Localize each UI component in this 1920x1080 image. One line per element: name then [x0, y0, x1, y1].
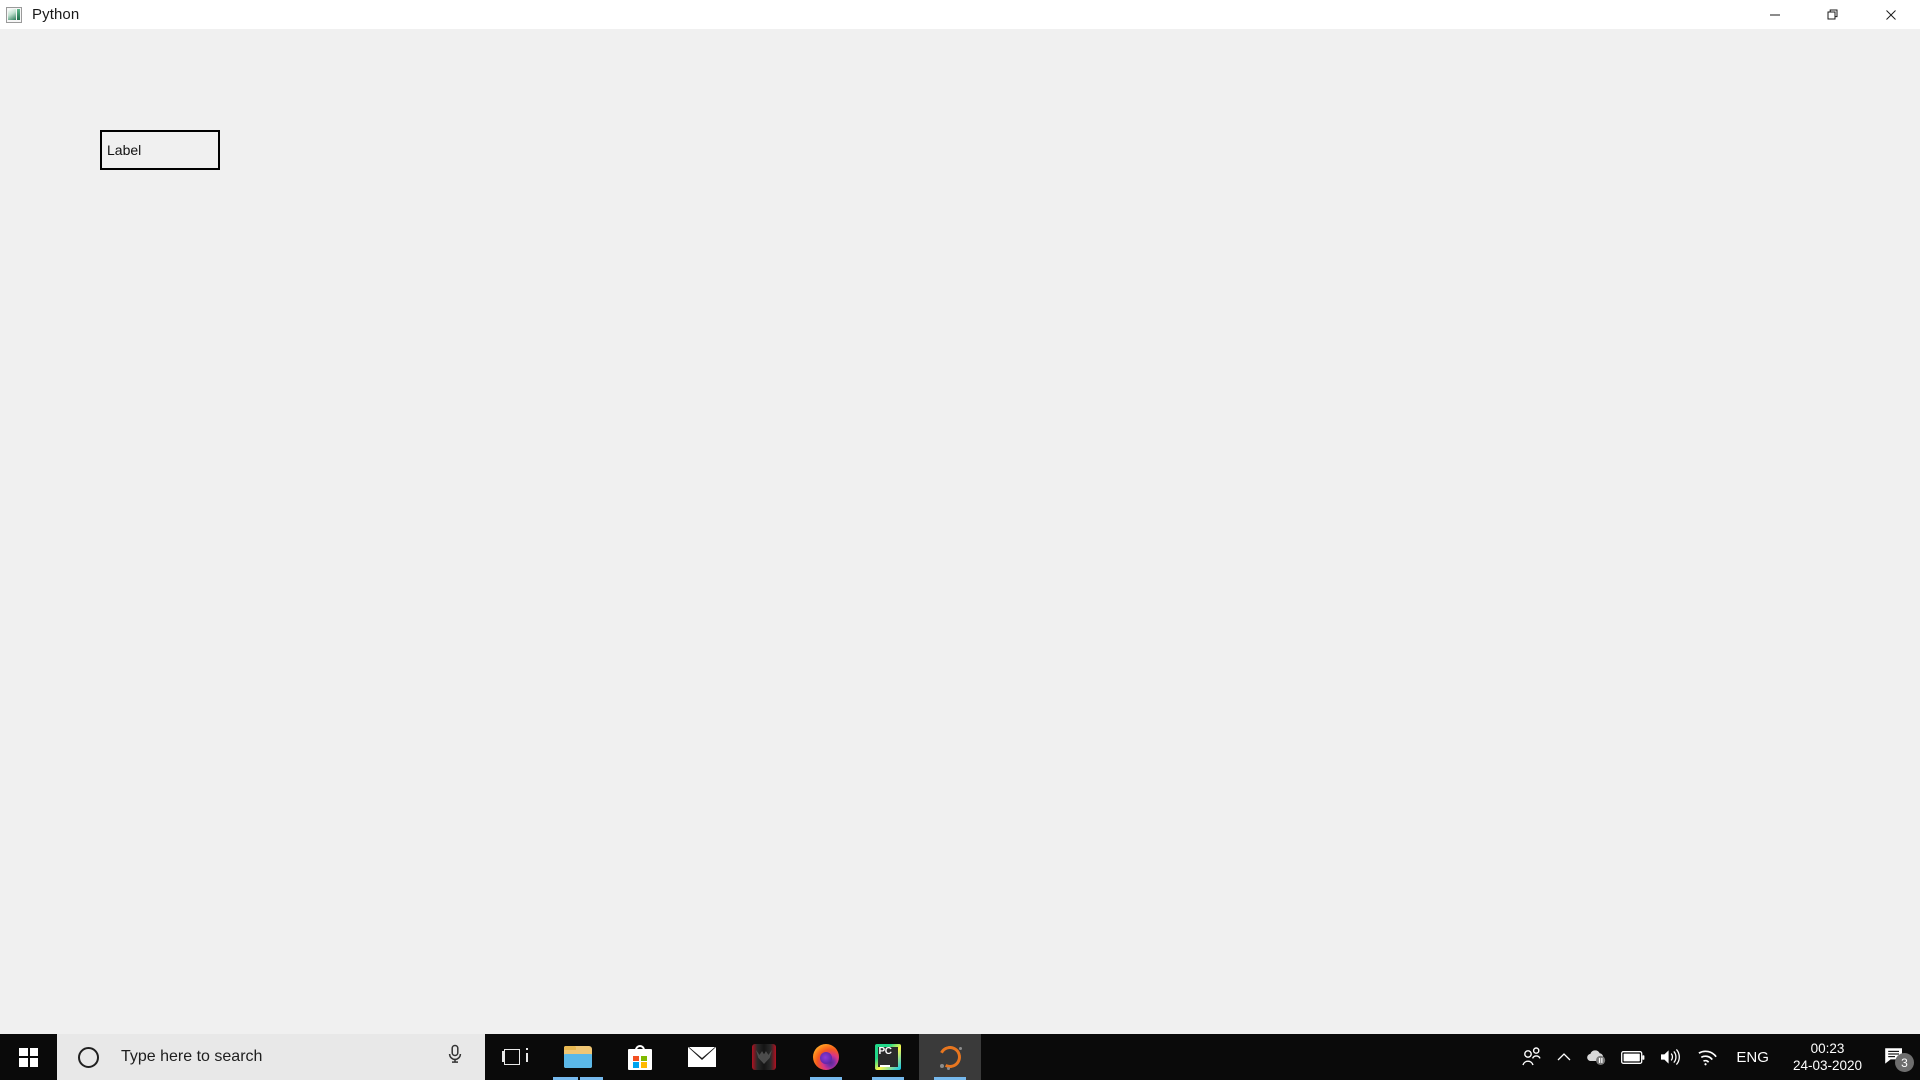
taskbar-item-mail[interactable] [671, 1034, 733, 1080]
minimize-icon [1770, 14, 1780, 15]
cortana-ring-icon [78, 1046, 99, 1068]
windows-logo-icon [19, 1047, 38, 1067]
close-button[interactable] [1862, 0, 1920, 29]
file-explorer-icon [564, 1046, 592, 1068]
taskbar-item-file-explorer[interactable] [547, 1034, 609, 1080]
battery-icon[interactable] [1614, 1034, 1652, 1080]
language-indicator[interactable]: ENG [1724, 1050, 1781, 1065]
taskbar-item-microsoft-store[interactable] [609, 1034, 671, 1080]
close-icon [1886, 9, 1896, 20]
taskbar-item-predator-sense[interactable] [733, 1034, 795, 1080]
start-button[interactable] [0, 1034, 57, 1080]
minimize-button[interactable] [1746, 0, 1804, 29]
microphone-icon[interactable] [447, 1044, 463, 1070]
restore-button[interactable] [1804, 0, 1862, 29]
predator-sense-icon [752, 1044, 776, 1070]
pycharm-icon: PC [875, 1044, 901, 1070]
taskbar-item-pycharm[interactable]: PC [857, 1034, 919, 1080]
window-title: Python [32, 6, 80, 23]
taskbar-item-python-app[interactable] [919, 1034, 981, 1080]
tkinter-window-icon-inner [8, 8, 16, 20]
label-widget: Label [100, 130, 220, 170]
clock-date: 24-03-2020 [1792, 1058, 1862, 1073]
chevron-up-glyph [1557, 1053, 1571, 1061]
taskbar-app-icons: PC [485, 1034, 981, 1080]
volume-icon[interactable] [1652, 1034, 1688, 1080]
search-input[interactable]: Type here to search [57, 1034, 485, 1080]
search-placeholder: Type here to search [121, 1048, 263, 1065]
mail-icon [688, 1047, 716, 1067]
wifi-icon[interactable] [1688, 1034, 1724, 1080]
volume-glyph [1661, 1048, 1681, 1066]
onedrive-paused-icon[interactable] [1578, 1034, 1614, 1080]
restore-icon [1827, 9, 1838, 19]
people-icon[interactable] [1514, 1034, 1550, 1080]
taskbar-item-firefox[interactable] [795, 1034, 857, 1080]
onedrive-glyph [1587, 1050, 1606, 1065]
task-view-icon [502, 1047, 528, 1067]
wifi-glyph [1698, 1050, 1718, 1066]
tkinter-window-icon [6, 6, 22, 23]
taskbar-item-task-view[interactable] [485, 1034, 547, 1080]
microsoft-store-icon [628, 1044, 652, 1070]
python-app-icon [936, 1043, 964, 1071]
clock-time: 00:23 [1810, 1040, 1845, 1056]
title-bar: Python [0, 0, 1920, 29]
microphone-glyph [448, 1044, 462, 1063]
python-tkinter-window: Python Label [0, 0, 1920, 1034]
notification-badge: 3 [1895, 1053, 1914, 1072]
tkinter-window-icon-bar [17, 8, 20, 20]
firefox-icon [813, 1044, 839, 1070]
people-glyph [1522, 1047, 1542, 1066]
system-tray: ENG 00:23 24-03-2020 3 [1514, 1034, 1920, 1080]
battery-glyph [1621, 1050, 1645, 1064]
clock[interactable]: 00:23 24-03-2020 [1781, 1034, 1874, 1080]
label-widget-text: Label [107, 142, 142, 158]
window-controls [1746, 0, 1920, 29]
chevron-up-icon[interactable] [1550, 1034, 1578, 1080]
action-center-button[interactable]: 3 [1874, 1034, 1920, 1080]
windows-taskbar: Type here to search PC ENG 00:23 24-03-2… [0, 1034, 1920, 1080]
